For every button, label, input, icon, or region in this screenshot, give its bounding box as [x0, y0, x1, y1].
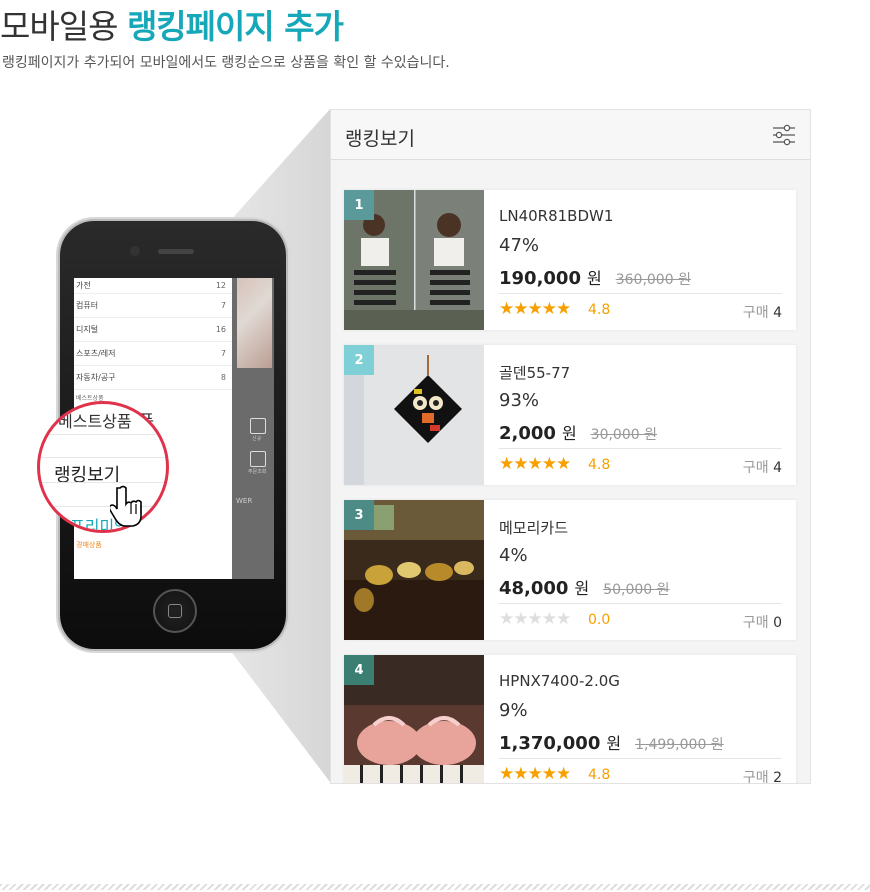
menu-row-label: 디지털: [76, 325, 99, 334]
tag-icon: [250, 418, 266, 434]
rating-score: 4.8: [588, 457, 611, 473]
menu-row-count: 7: [220, 301, 226, 310]
product-card[interactable]: 3 메모리카드 4% 48,000 원 50,000 원 ★★★★★ 0.0 구매 …: [344, 500, 796, 640]
panel-title: 랭킹보기: [345, 128, 415, 150]
purchase-number: 0: [773, 615, 782, 631]
product-price: 190,000 원 360,000 원: [499, 265, 691, 289]
rank-badge: 1: [344, 190, 374, 220]
price-value: 48,000: [499, 578, 569, 599]
discount-percent: 47%: [499, 235, 540, 256]
divider: [40, 457, 166, 458]
purchase-count: 구매 2: [742, 767, 782, 784]
speaker-grill: [158, 249, 194, 254]
filter-sliders-icon[interactable]: [772, 123, 796, 147]
divider: [499, 603, 782, 604]
rating-stars: ★★★★★: [499, 299, 571, 319]
menu-row-label: 가전: [76, 281, 91, 290]
rating-score: 4.8: [588, 302, 611, 318]
purchase-label: 구매: [742, 460, 769, 476]
rating-stars: ★★★★★: [499, 764, 571, 784]
purchase-label: 구매: [742, 770, 769, 784]
discount-percent: 9%: [499, 700, 528, 721]
purchase-count: 구매 0: [743, 612, 782, 632]
menu-row[interactable]: 디지털 16: [74, 318, 232, 342]
menu-row-count: 12: [215, 281, 226, 290]
discount-percent: 4%: [499, 545, 528, 566]
product-price: 2,000 원 30,000 원: [499, 420, 657, 444]
rating-stars: ★★★★★: [499, 609, 571, 629]
menu-row[interactable]: 스포츠/레저 7: [74, 342, 232, 366]
original-price: 50,000 원: [603, 582, 670, 598]
menu-row-label: 자동차/공구: [76, 373, 116, 382]
menu-row-label: 스포츠/레저: [76, 349, 116, 358]
price-unit: 원: [561, 424, 577, 443]
product-price: 48,000 원 50,000 원: [499, 575, 670, 599]
original-price: 30,000 원: [590, 427, 657, 443]
home-button[interactable]: [153, 589, 197, 633]
purchase-label: 구매: [742, 305, 769, 321]
background-image: [237, 278, 272, 368]
rank-badge: 3: [344, 500, 374, 530]
divider: [40, 434, 166, 435]
rating-stars: ★★★★★: [499, 454, 571, 474]
rating-score: 0.0: [588, 612, 611, 628]
rank-badge: 2: [344, 345, 374, 375]
rating-score: 4.8: [588, 767, 611, 783]
discount-percent: 93%: [499, 390, 540, 411]
product-card[interactable]: 2 골덴55-77 93% 2,000 원 30,000 원 ★★★★★ 4.8 구…: [344, 345, 796, 485]
product-name[interactable]: HPNX7400-2.0G: [499, 672, 620, 690]
divider: [499, 758, 782, 759]
product-name[interactable]: LN40R81BDW1: [499, 207, 613, 225]
purchase-count: 구매 4: [743, 302, 782, 322]
divider: [499, 448, 782, 449]
menu-row-label: 컴퓨터: [76, 301, 99, 310]
price-value: 190,000: [499, 268, 581, 289]
divider: [499, 293, 782, 294]
price-unit: 원: [574, 579, 590, 598]
price-unit: 원: [606, 734, 622, 753]
menu-row-count: 8: [220, 373, 226, 382]
original-price: 1,499,000 원: [635, 737, 724, 753]
product-card[interactable]: 1 LN40R81BDW1 47% 190,000 원 360,000 원 ★★★★…: [344, 190, 796, 330]
purchase-number: 4: [773, 305, 782, 321]
bottom-divider: [0, 884, 870, 890]
pointer-hand-icon: [110, 485, 142, 527]
menu-row-count: 7: [220, 349, 226, 358]
purchase-label: 구매: [742, 615, 769, 631]
panel-header: 랭킹보기: [331, 110, 810, 160]
price-unit: 원: [586, 269, 602, 288]
divider: [40, 482, 166, 483]
list-icon: [250, 451, 266, 467]
price-value: 2,000: [499, 423, 556, 444]
ranking-panel: 랭킹보기 1 LN40R81BDW1 47% 190,000 원 360,000 원: [330, 109, 811, 784]
menu-row-count: 16: [215, 325, 226, 334]
menu-row[interactable]: 자동차/공구 8: [74, 366, 232, 390]
product-name[interactable]: 골덴55-77: [499, 362, 570, 383]
side-order-label: 주문조회: [248, 469, 267, 475]
menu-auction[interactable]: 경매상품: [74, 538, 232, 552]
purchase-count: 구매 4: [743, 457, 782, 477]
product-name[interactable]: 메모리카드: [499, 517, 568, 538]
menu-row[interactable]: 가전 12: [74, 278, 232, 294]
side-power-label: WER: [236, 497, 253, 505]
original-price: 360,000 원: [615, 272, 691, 288]
camera-icon: [130, 246, 140, 256]
purchase-number: 2: [773, 770, 782, 784]
magnifier-best: 베스트상품: [58, 412, 132, 431]
side-new-label: 신규: [252, 436, 262, 442]
product-price: 1,370,000 원 1,499,000 원: [499, 730, 724, 754]
product-card[interactable]: 4 HPNX7400-2.0G 9% 1,370,000 원 1,499,000 원…: [344, 655, 796, 784]
menu-row[interactable]: 컴퓨터 7: [74, 294, 232, 318]
price-value: 1,370,000: [499, 733, 601, 754]
purchase-number: 4: [773, 460, 782, 476]
rank-badge: 4: [344, 655, 374, 685]
